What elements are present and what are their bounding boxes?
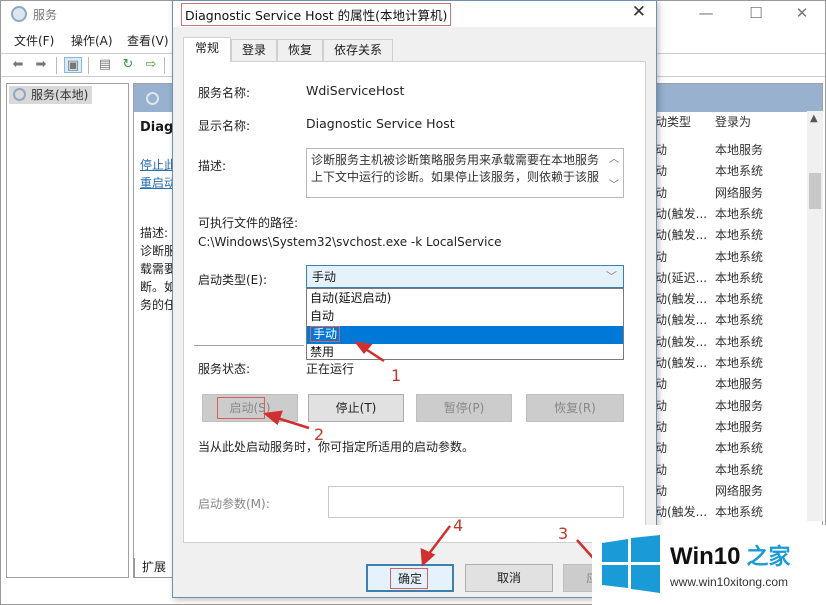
arrow-2-icon [276, 416, 310, 430]
annotation-arrows [262, 341, 595, 567]
watermark-url: www.win10xitong.com [670, 575, 789, 589]
tab-general[interactable]: 常规 [183, 37, 231, 62]
watermark: Win10 之家 www.win10xitong.com [592, 525, 826, 605]
brand-accent: 之家 [746, 544, 791, 569]
arrow-2-head-icon [262, 410, 283, 426]
watermark-brand: Win10 之家 [670, 539, 790, 571]
arrow-4-icon [427, 525, 451, 556]
brand-name: Win10 [670, 543, 741, 570]
windows-logo-icon [602, 535, 660, 593]
